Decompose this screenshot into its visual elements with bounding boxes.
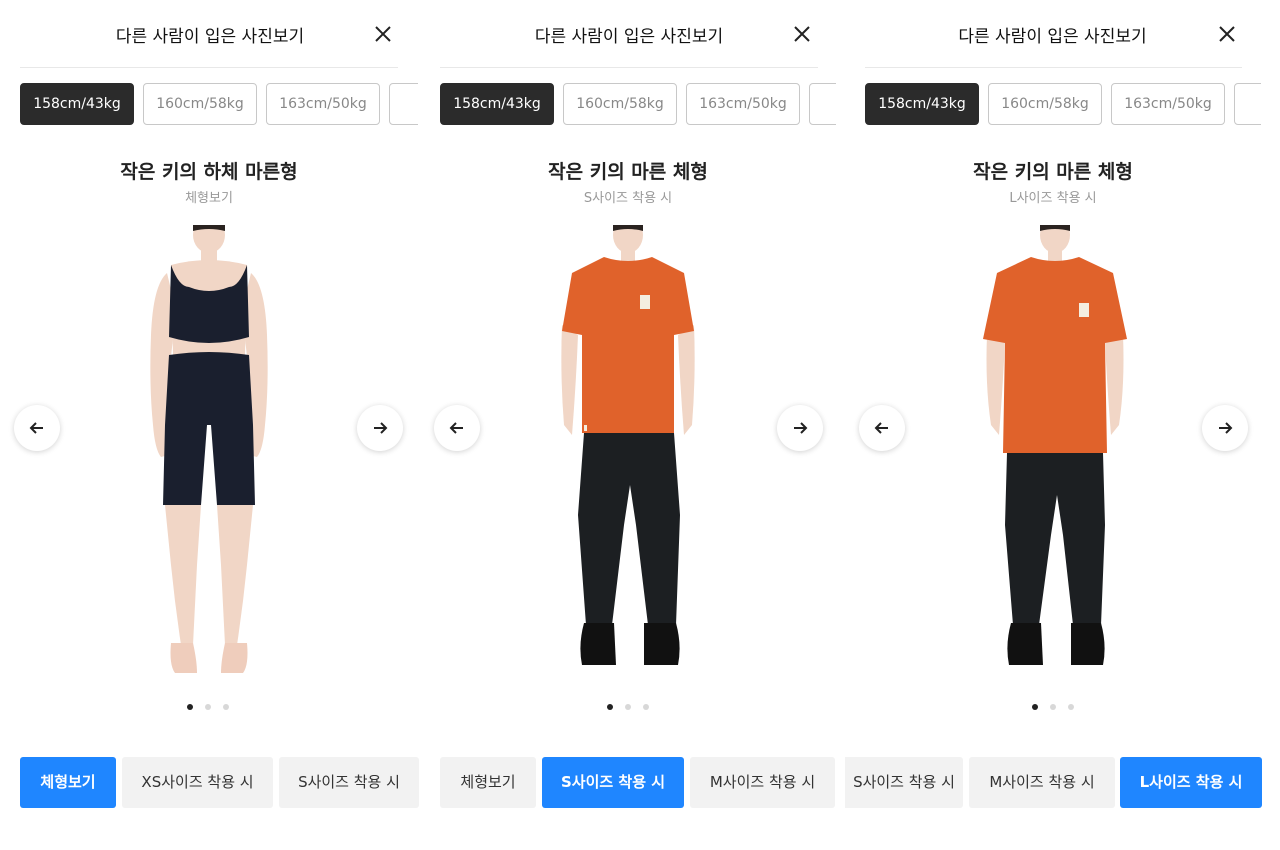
carousel-dots [187,704,237,712]
close-button[interactable] [369,20,397,48]
page-title: 다른 사람이 입은 사진보기 [115,27,305,47]
chip-163cm-50kg[interactable]: 163cm/50kg [266,83,380,125]
prev-arrow-button[interactable] [434,405,480,451]
model-photo [983,225,1127,669]
arrow-left-icon [449,422,463,434]
size-button-s[interactable]: S사이즈 착용 시 [279,757,419,808]
arrow-right-icon [1219,422,1233,434]
chip-163cm-50kg[interactable]: 163cm/50kg [686,83,800,125]
look-subtitle: L사이즈 착용 시 [1009,191,1097,206]
chip-163cm-50kg[interactable]: 163cm/50kg [1111,83,1225,125]
header: 다른 사람이 입은 사진보기 [845,0,1280,68]
close-icon [794,26,810,42]
header-divider [20,67,398,68]
arrow-left-icon [874,422,888,434]
carousel-dot[interactable] [643,704,649,710]
close-button[interactable] [1213,20,1241,48]
chip-160cm-58kg[interactable]: 160cm/58kg [563,83,677,125]
photo-viewer-panel-3: 다른 사람이 입은 사진보기 158cm/43kg 160cm/58kg 163… [845,0,1280,850]
header-divider [865,67,1242,68]
page-title: 다른 사람이 입은 사진보기 [534,27,724,47]
chip-more[interactable]: 16 [809,83,836,125]
close-icon [1219,26,1235,42]
chip-more[interactable]: 16 [1234,83,1261,125]
arrow-left-icon [29,422,43,434]
next-arrow-button[interactable] [777,405,823,451]
chip-158cm-43kg[interactable]: 158cm/43kg [20,83,134,125]
carousel-dots [607,704,657,712]
size-button-body-type[interactable]: 체형보기 [440,757,536,808]
size-button-s[interactable]: S사이즈 착용 시 [542,757,684,808]
carousel-dot[interactable] [1068,704,1074,710]
header-divider [440,67,818,68]
look-subtitle: S사이즈 착용 시 [583,191,673,206]
size-button-m[interactable]: M사이즈 착용 시 [690,757,835,808]
photo-viewer-panel-2: 다른 사람이 입은 사진보기 158cm/43kg 160cm/58kg 163… [420,0,845,850]
carousel-dots [1032,704,1082,712]
chip-158cm-43kg[interactable]: 158cm/43kg [440,83,554,125]
look-title: 작은 키의 하체 마른형 [120,161,298,183]
size-button-m[interactable]: M사이즈 착용 시 [969,757,1115,808]
carousel-dot[interactable] [607,704,613,710]
chip-160cm-58kg[interactable]: 160cm/58kg [143,83,257,125]
chip-158cm-43kg[interactable]: 158cm/43kg [865,83,979,125]
body-type-chips: 158cm/43kg 160cm/58kg 163cm/50kg 16 [440,83,836,127]
photo-viewer-panel-1: 다른 사람이 입은 사진보기 158cm/43kg 160cm/58kg 163… [0,0,420,850]
size-button-s[interactable]: S사이즈 착용 시 [845,757,963,808]
carousel-dot[interactable] [223,704,229,710]
header: 다른 사람이 입은 사진보기 [0,0,420,68]
size-button-xs[interactable]: XS사이즈 착용 시 [122,757,273,808]
carousel-dot[interactable] [1032,704,1038,710]
model-photo [561,225,695,669]
close-icon [375,26,391,42]
arrow-right-icon [794,422,808,434]
size-button-body-type[interactable]: 체형보기 [20,757,116,808]
arrow-right-icon [374,422,388,434]
size-button-l[interactable]: L사이즈 착용 시 [1120,757,1262,808]
prev-arrow-button[interactable] [14,405,60,451]
carousel-dot[interactable] [1050,704,1056,710]
body-type-chips: 158cm/43kg 160cm/58kg 163cm/50kg 16 [20,83,418,127]
close-button[interactable] [788,20,816,48]
body-type-chips: 158cm/43kg 160cm/58kg 163cm/50kg 16 [865,83,1261,127]
header: 다른 사람이 입은 사진보기 [420,0,845,68]
chip-160cm-58kg[interactable]: 160cm/58kg [988,83,1102,125]
page-title: 다른 사람이 입은 사진보기 [958,27,1147,47]
look-title: 작은 키의 마른 체형 [973,161,1133,183]
look-subtitle: 체형보기 [185,191,233,206]
prev-arrow-button[interactable] [859,405,905,451]
next-arrow-button[interactable] [357,405,403,451]
carousel-dot[interactable] [205,704,211,710]
next-arrow-button[interactable] [1202,405,1248,451]
look-title: 작은 키의 마른 체형 [548,161,708,183]
carousel-dot[interactable] [187,704,193,710]
carousel-dot[interactable] [625,704,631,710]
chip-more[interactable]: 16 [389,83,418,125]
model-photo [150,225,268,673]
